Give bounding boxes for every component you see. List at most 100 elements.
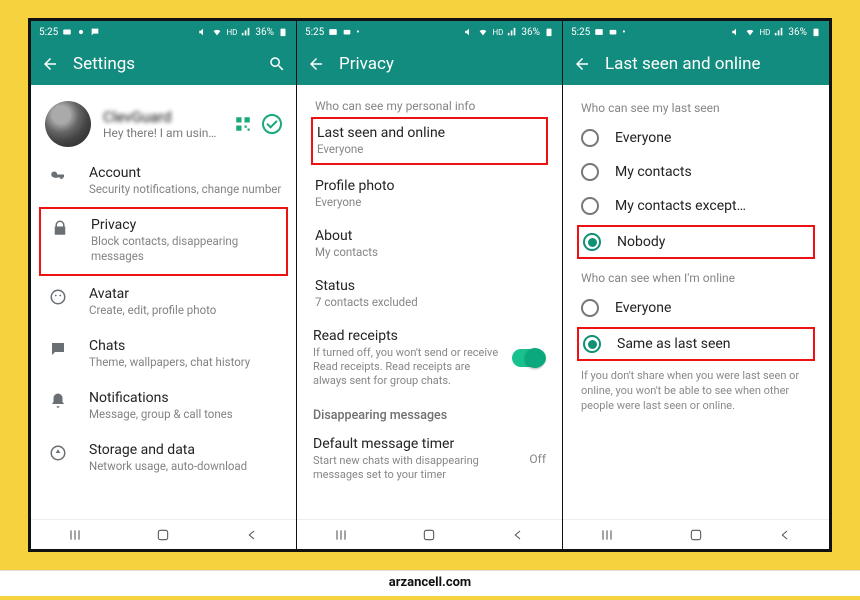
three-phone-tutorial: 5:25 HD 36% Settings ClevGuard Hey there…: [28, 18, 832, 552]
status-hd: HD: [226, 28, 237, 37]
radio-selected-icon: [583, 335, 601, 353]
qr-icon[interactable]: [234, 115, 252, 133]
settings-item-chats[interactable]: ChatsTheme, wallpapers, chat history: [31, 328, 296, 380]
mute-icon: [731, 27, 741, 37]
verified-icon: [262, 114, 282, 134]
battery-icon: [544, 27, 554, 37]
wifi-icon: [212, 27, 222, 37]
image-icon: [594, 27, 604, 37]
gear-icon: [76, 27, 86, 37]
back-nav-icon[interactable]: [777, 527, 793, 543]
section-online: Who can see when I'm online: [563, 261, 829, 291]
profile-row[interactable]: ClevGuard Hey there! I am usin…: [31, 91, 296, 155]
settings-item-privacy[interactable]: PrivacyBlock contacts, disappearing mess…: [51, 215, 278, 266]
recents-icon[interactable]: [333, 527, 349, 543]
settings-item-storage[interactable]: Storage and dataNetwork usage, auto-down…: [31, 432, 296, 484]
camera-icon: [608, 27, 618, 37]
status-bar: 5:25 • HD 36%: [563, 21, 829, 43]
privacy-note: If you don't share when you were last se…: [563, 363, 829, 422]
privacy-item-profile-photo[interactable]: Profile photo Everyone: [297, 169, 562, 219]
section-last-seen: Who can see my last seen: [563, 91, 829, 121]
image-icon: [328, 27, 338, 37]
radio-icon: [581, 197, 599, 215]
more-icon: •: [356, 27, 359, 38]
settings-item-notifications[interactable]: NotificationsMessage, group & call tones: [31, 380, 296, 432]
back-icon[interactable]: [307, 55, 325, 73]
home-icon[interactable]: [688, 527, 704, 543]
timer-value: Off: [529, 452, 546, 466]
signal-icon: [241, 27, 251, 37]
phone-privacy: 5:25 • HD 36% Privacy Who can see my per…: [297, 21, 563, 549]
data-icon: [49, 444, 67, 462]
lock-icon: [51, 219, 69, 237]
highlight-last-seen: Last seen and online Everyone: [311, 117, 548, 165]
battery-icon: [278, 27, 288, 37]
status-bar: 5:25 • HD 36%: [297, 21, 562, 43]
app-bar: Settings: [31, 43, 296, 85]
highlight-nobody: Nobody: [577, 225, 815, 259]
radio-same-as-last-seen[interactable]: Same as last seen: [579, 329, 813, 359]
highlight-same-as-last-seen: Same as last seen: [577, 327, 815, 361]
back-nav-icon[interactable]: [244, 527, 260, 543]
chat-icon: [90, 27, 100, 37]
bell-icon: [49, 392, 67, 410]
radio-icon: [581, 129, 599, 147]
signal-icon: [774, 27, 784, 37]
watermark: arzancell.com: [0, 570, 860, 596]
wifi-icon: [745, 27, 755, 37]
settings-item-avatar[interactable]: AvatarCreate, edit, profile photo: [31, 276, 296, 328]
radio-everyone[interactable]: Everyone: [563, 121, 829, 155]
radio-selected-icon: [583, 233, 601, 251]
phone-last-seen: 5:25 • HD 36% Last seen and online Who c…: [563, 21, 829, 549]
profile-name: ClevGuard: [103, 108, 234, 126]
android-nav: [297, 519, 562, 549]
privacy-item-status[interactable]: Status 7 contacts excluded: [297, 269, 562, 319]
profile-status: Hey there! I am usin…: [103, 126, 234, 140]
phone-settings: 5:25 HD 36% Settings ClevGuard Hey there…: [31, 21, 297, 549]
back-icon[interactable]: [41, 55, 59, 73]
page-title: Last seen and online: [605, 54, 761, 74]
privacy-item-last-seen[interactable]: Last seen and online Everyone: [313, 119, 546, 163]
chat-icon: [49, 340, 67, 358]
search-icon[interactable]: [268, 55, 286, 73]
home-icon[interactable]: [421, 527, 437, 543]
settings-item-account[interactable]: AccountSecurity notifications, change nu…: [31, 155, 296, 207]
wifi-icon: [478, 27, 488, 37]
avatar: [45, 101, 91, 147]
android-nav: [31, 519, 296, 549]
more-icon: •: [622, 27, 625, 38]
privacy-item-read-receipts[interactable]: Read receipts If turned off, you won't s…: [297, 319, 562, 398]
status-battery: 36%: [255, 27, 274, 38]
recents-icon[interactable]: [599, 527, 615, 543]
highlight-privacy: PrivacyBlock contacts, disappearing mess…: [39, 207, 288, 276]
home-icon[interactable]: [155, 527, 171, 543]
back-icon[interactable]: [573, 55, 591, 73]
radio-my-contacts[interactable]: My contacts: [563, 155, 829, 189]
privacy-item-default-timer[interactable]: Default message timer Start new chats wi…: [297, 427, 562, 492]
app-bar: Privacy: [297, 43, 562, 85]
section-disappearing: Disappearing messages: [297, 398, 562, 427]
recents-icon[interactable]: [67, 527, 83, 543]
camera-icon: [342, 27, 352, 37]
page-title: Settings: [73, 54, 135, 74]
signal-icon: [507, 27, 517, 37]
radio-online-everyone[interactable]: Everyone: [563, 291, 829, 325]
back-nav-icon[interactable]: [510, 527, 526, 543]
radio-icon: [581, 163, 599, 181]
face-icon: [49, 288, 67, 306]
key-icon: [49, 167, 67, 185]
mute-icon: [464, 27, 474, 37]
privacy-item-about[interactable]: About My contacts: [297, 219, 562, 269]
page-title: Privacy: [339, 54, 394, 74]
read-receipts-toggle[interactable]: [512, 349, 546, 367]
radio-nobody[interactable]: Nobody: [579, 227, 813, 257]
android-nav: [563, 519, 829, 549]
camera-icon: [62, 27, 72, 37]
status-bar: 5:25 HD 36%: [31, 21, 296, 43]
radio-my-contacts-except[interactable]: My contacts except…: [563, 189, 829, 223]
section-personal-info: Who can see my personal info: [297, 91, 562, 117]
app-bar: Last seen and online: [563, 43, 829, 85]
mute-icon: [198, 27, 208, 37]
battery-icon: [811, 27, 821, 37]
radio-icon: [581, 299, 599, 317]
